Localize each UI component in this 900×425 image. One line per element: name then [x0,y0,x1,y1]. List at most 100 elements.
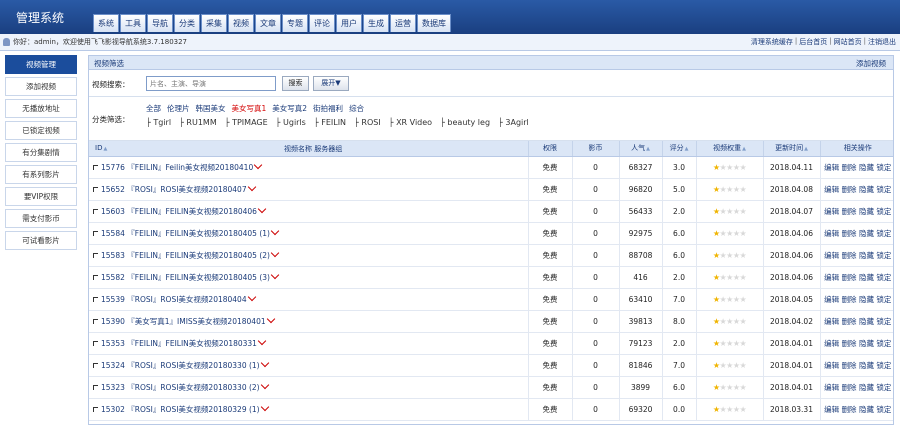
star-icon[interactable]: ★ [740,185,747,194]
star-rating[interactable]: ★★★★★ [713,361,747,370]
row-action-link[interactable]: 删除 [842,163,857,172]
star-icon[interactable]: ★ [713,405,720,414]
star-icon[interactable]: ★ [733,251,740,260]
star-icon[interactable]: ★ [726,273,733,282]
row-action-link[interactable]: 编辑 [824,383,839,392]
permission-cell[interactable]: 免费 [527,310,573,333]
edit-pencil-icon[interactable] [253,160,263,169]
nav-tab[interactable]: 数据库 [417,14,451,32]
row-action-link[interactable]: 删除 [842,405,857,414]
row-action-link[interactable]: 锁定 [876,229,891,238]
star-icon[interactable]: ★ [713,361,720,370]
video-name-link[interactable]: 『FEILIN』FEILIN美女视频20180405 (1) [127,229,270,238]
row-action-link[interactable]: 锁定 [876,207,891,216]
star-icon[interactable]: ★ [740,339,747,348]
row-action-link[interactable]: 删除 [842,185,857,194]
row-action-link[interactable]: 锁定 [876,273,891,282]
star-rating[interactable]: ★★★★★ [713,207,747,216]
star-icon[interactable]: ★ [713,295,720,304]
star-rating[interactable]: ★★★★★ [713,339,747,348]
star-icon[interactable]: ★ [713,163,720,172]
edit-pencil-icon[interactable] [270,226,280,235]
weight-stars[interactable]: ★★★★★ [695,156,764,179]
star-rating[interactable]: ★★★★★ [713,405,747,414]
sidebar-item[interactable]: 需支付影币 [5,209,77,228]
category-link[interactable]: 综合 [349,103,364,114]
edit-pencil-icon[interactable] [270,248,280,257]
star-icon[interactable]: ★ [740,163,747,172]
subcategory-link[interactable]: ├ FEILIN [314,118,346,127]
category-link[interactable]: 伦理片 [167,103,190,114]
row-action-link[interactable]: 删除 [842,361,857,370]
row-action-link[interactable]: 隐藏 [859,163,874,172]
star-icon[interactable]: ★ [726,229,733,238]
row-action-link[interactable]: 锁定 [876,383,891,392]
permission-cell[interactable]: 免费 [527,156,573,179]
nav-tab[interactable]: 采集 [201,14,227,32]
permission-cell[interactable]: 免费 [527,288,573,311]
nav-tab[interactable]: 文章 [255,14,281,32]
edit-pencil-icon[interactable] [247,292,256,301]
video-name-link[interactable]: 『ROSI』ROSI美女视频20180407 [127,185,246,194]
star-icon[interactable]: ★ [726,207,733,216]
edit-pencil-icon[interactable] [260,380,269,389]
star-rating[interactable]: ★★★★★ [713,185,747,194]
subcategory-link[interactable]: ├ Tgirl [146,118,171,127]
row-action-link[interactable]: 删除 [842,383,857,392]
star-icon[interactable]: ★ [726,251,733,260]
column-header[interactable]: 更新时间▲ [762,141,821,157]
sidebar-item[interactable]: 有分集剧情 [5,143,77,162]
row-action-link[interactable]: 删除 [842,229,857,238]
row-action-link[interactable]: 删除 [842,339,857,348]
star-icon[interactable]: ★ [733,207,740,216]
row-action-link[interactable]: 隐藏 [859,339,874,348]
search-button[interactable]: 搜索 [282,76,309,91]
permission-cell[interactable]: 免费 [527,398,573,421]
video-name-link[interactable]: 『ROSI』ROSI美女视频20180329 (1) [127,405,259,414]
sidebar-item[interactable]: 无播放地址 [5,99,77,118]
subcategory-link[interactable]: ├ TPIMAGE [225,118,268,127]
row-action-link[interactable]: 删除 [842,207,857,216]
video-name-link[interactable]: 『FEILIN』FEILIN美女视频20180405 (2) [127,251,270,260]
star-icon[interactable]: ★ [713,273,720,282]
top-link[interactable]: 清理系统缓存 [751,37,793,47]
edit-pencil-icon[interactable] [257,204,267,213]
column-header[interactable]: 权限 [527,141,573,157]
star-icon[interactable]: ★ [740,317,747,326]
star-rating[interactable]: ★★★★★ [713,251,747,260]
sidebar-item[interactable]: 可试看影片 [5,231,77,250]
row-action-link[interactable]: 锁定 [876,405,891,414]
star-icon[interactable]: ★ [740,361,747,370]
nav-tab[interactable]: 工具 [120,14,146,32]
nav-tab[interactable]: 专题 [282,14,308,32]
row-action-link[interactable]: 隐藏 [859,185,874,194]
star-icon[interactable]: ★ [733,405,740,414]
star-icon[interactable]: ★ [740,295,747,304]
permission-cell[interactable]: 免费 [527,266,573,289]
star-rating[interactable]: ★★★★★ [713,273,747,282]
category-link[interactable]: 全部 [146,103,161,114]
row-action-link[interactable]: 编辑 [824,273,839,282]
video-name-link[interactable]: 『ROSI』ROSI美女视频20180330 (1) [127,361,259,370]
add-video-link[interactable]: 添加视频 [856,58,886,69]
nav-tab[interactable]: 分类 [174,14,200,32]
permission-cell[interactable]: 免费 [527,376,573,399]
row-action-link[interactable]: 删除 [842,273,857,282]
star-icon[interactable]: ★ [733,317,740,326]
permission-cell[interactable]: 免费 [527,178,573,201]
weight-stars[interactable]: ★★★★★ [695,200,764,223]
column-header[interactable]: 人气▲ [618,141,663,157]
video-name-link[interactable]: 『FEILIN』Feilin美女视频20180410 [127,163,253,172]
nav-tab[interactable]: 评论 [309,14,335,32]
column-header[interactable]: ID▲ 视频名称 服务器组 [89,141,529,157]
row-action-link[interactable]: 隐藏 [859,295,874,304]
weight-stars[interactable]: ★★★★★ [695,266,764,289]
nav-tab[interactable]: 用户 [336,14,362,32]
video-name-link[interactable]: 『FEILIN』FEILIN美女视频20180331 [127,339,257,348]
row-action-link[interactable]: 锁定 [876,295,891,304]
star-icon[interactable]: ★ [726,185,733,194]
nav-tab[interactable]: 视频 [228,14,254,32]
row-action-link[interactable]: 隐藏 [859,207,874,216]
sidebar-item[interactable]: 有系列影片 [5,165,77,184]
row-action-link[interactable]: 编辑 [824,317,839,326]
